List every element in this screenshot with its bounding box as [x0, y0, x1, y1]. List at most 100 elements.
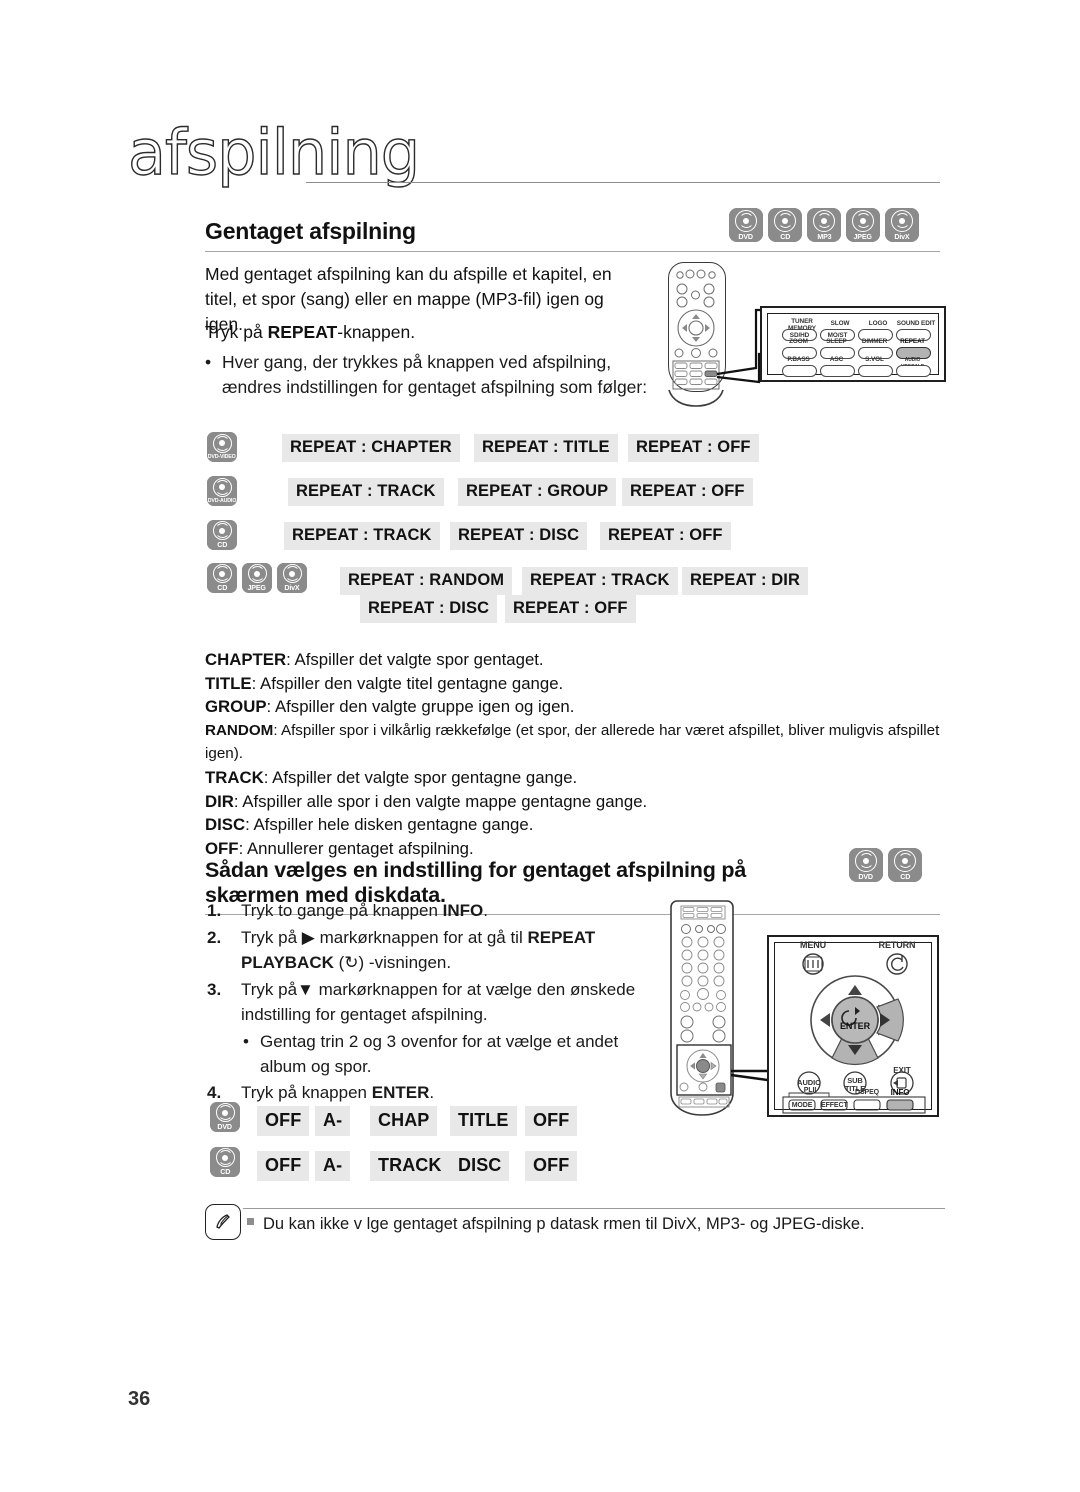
press-post: -knappen.: [337, 322, 416, 342]
repeat-chip-label: REPEAT : OFF: [622, 478, 753, 506]
step-text: (↻) -visningen.: [333, 953, 452, 972]
state-chip: OFF: [525, 1106, 578, 1136]
press-repeat-line: Tryk på REPEAT-knappen.: [205, 320, 645, 345]
disc-badge-cd: CD: [768, 208, 802, 242]
repeat-chip: REPEAT : CHAPTER: [282, 434, 460, 462]
callout-label-s-vol: S.VOL: [865, 356, 884, 363]
step-number: 2.: [207, 927, 222, 947]
remote-illustration-top: TUNERMEMORYSD/HDSLOWMO/STLOGOSOUND EDITZ…: [664, 258, 946, 408]
note-text-wrap: Du kan ikke v lge gentaget afspilning p …: [247, 1208, 945, 1236]
remote-callout-top: TUNERMEMORYSD/HDSLOWMO/STLOGOSOUND EDITZ…: [760, 306, 946, 382]
step-text: Tryk på: [241, 927, 302, 947]
sub-bullet-dot: •: [243, 1031, 249, 1051]
callout-label-p-bass: P.BASS: [787, 356, 810, 363]
definition-term: RANDOM: [205, 721, 274, 739]
callout-label-zoom: ZOOM: [789, 338, 808, 345]
disc-badge-label: JPEG: [853, 231, 873, 241]
callout-label-exit: EXIT: [893, 1066, 911, 1075]
step-text: .: [483, 901, 488, 920]
step-text: Tryk to gange på knappen: [241, 901, 443, 920]
disc-glyph-icon: [212, 564, 232, 583]
definition-text: : Afspiller den valgte titel gentagne ga…: [251, 673, 564, 693]
callout-button-audio-upscale[interactable]: [896, 365, 931, 377]
disc-badge-dvd: DVD: [849, 848, 883, 882]
state-chip-label: TITLE: [450, 1106, 517, 1136]
state-chip-label: OFF: [525, 1106, 578, 1136]
step-item: 3. Tryk på▼ markørknappen for at vælge de…: [205, 977, 660, 1028]
callout-label-dimmer: DIMMER: [861, 338, 888, 345]
repeat-chip: REPEAT : OFF: [628, 434, 759, 462]
repeat-row-discs: CD JPEG DivX: [207, 563, 307, 593]
step-item: 1. Tryk to gange på knappen INFO.: [205, 898, 660, 924]
disc-glyph-icon: [852, 209, 874, 232]
note-text: Du kan ikke v lge gentaget afspilning p …: [263, 1215, 865, 1233]
step-text: ▶: [301, 927, 315, 947]
callout-label-sound-edit: SOUND EDIT: [896, 320, 936, 327]
step-number: 1.: [207, 901, 222, 920]
repeat-key: REPEAT: [267, 322, 338, 342]
repeat-chip: REPEAT : OFF: [600, 522, 731, 550]
disc-badge-label: MP3: [816, 231, 832, 241]
step-item: 2. Tryk på ▶ markørknappen for at gå til …: [205, 925, 660, 976]
definition-row: CHAPTER: Afspiller det valgte spor genta…: [205, 648, 950, 672]
definition-row: DIR: Afspiller alle spor i den valgte ma…: [205, 790, 950, 814]
callout-label-effect: EFFECT: [821, 1102, 848, 1109]
callout-button-p-bass[interactable]: [782, 365, 817, 377]
disc-badge-label: DivX: [284, 583, 300, 592]
step-text: .: [429, 1082, 435, 1102]
callout-label-enter: ENTER: [839, 1021, 870, 1031]
definition-term: CHAPTER: [205, 650, 287, 669]
definition-term: DISC: [205, 815, 246, 835]
page-number: 36: [128, 1388, 151, 1410]
definition-list: CHAPTER: Afspiller det valgte spor genta…: [205, 648, 950, 860]
note-pen-icon: [205, 1204, 241, 1240]
disc-badge-cd: CD: [207, 563, 237, 593]
repeat-chip: REPEAT : RANDOM: [340, 567, 513, 595]
disc-badge-jpeg: JPEG: [846, 208, 880, 242]
state-row-disc: DVD: [210, 1102, 240, 1132]
disc-glyph-icon: [891, 209, 913, 232]
step-number: 3.: [207, 979, 222, 999]
disc-badge-cd: CD: [207, 520, 237, 550]
callout-label-return: RETURN: [878, 940, 916, 950]
repeat-chip-label: REPEAT : TRACK: [522, 567, 678, 595]
sub-bullet-text: Gentag trin 2 og 3 ovenfor for at vælge …: [260, 1031, 619, 1077]
step-text: markørknappen for at gå til: [314, 927, 528, 947]
step-item: 4. Tryk på knappen ENTER.: [205, 1080, 660, 1106]
callout-button-s-vol[interactable]: [858, 365, 893, 377]
callout-label-plii: PLII: [803, 1087, 817, 1094]
disc-badge-jpeg: JPEG: [242, 563, 272, 593]
state-chip: CHAP: [370, 1106, 438, 1136]
disc-badge-label: CD: [900, 871, 910, 881]
callout-label-logo: LOGO: [868, 320, 888, 327]
disc-badges-section2: DVD CD: [849, 848, 922, 882]
disc-glyph-icon: [212, 433, 232, 453]
state-chip-label: OFF: [525, 1151, 578, 1181]
note-block: Du kan ikke v lge gentaget afspilning p …: [205, 1204, 945, 1240]
disc-badge-label: CD: [220, 1167, 230, 1176]
callout-label-dspeq: DSPEQ: [854, 1089, 879, 1096]
state-chip: DISC: [450, 1151, 510, 1181]
callout-label-repeat: REPEAT: [900, 338, 925, 345]
callout-label-slow: SLOW: [830, 320, 850, 327]
repeat-chip-label: REPEAT : OFF: [505, 595, 636, 623]
state-chip-label: DISC: [450, 1151, 510, 1181]
disc-badge-dvd: DVD: [729, 208, 763, 242]
disc-badge-dvd-audio: DVD-AUDIO: [207, 476, 237, 506]
disc-glyph-icon: [894, 849, 916, 872]
repeat-chip-label: REPEAT : DIR: [682, 567, 808, 595]
definition-row: TRACK: Afspiller det valgte spor gentagn…: [205, 766, 950, 790]
repeat-chip: REPEAT : DISC: [360, 595, 498, 623]
disc-glyph-icon: [212, 521, 232, 540]
definition-row: TITLE: Afspiller den valgte titel gentag…: [205, 672, 950, 696]
disc-glyph-icon: [212, 477, 232, 497]
remote-illustration-bottom: MENU RETURN ENTER AUDIO SUB TITLE EXIT MODE EFFE…: [655, 895, 945, 1120]
repeat-chip: REPEAT : GROUP: [458, 478, 617, 506]
disc-glyph-icon: [247, 564, 267, 583]
disc-glyph-icon: [282, 564, 302, 583]
disc-badge-divx: DivX: [885, 208, 919, 242]
step-sub-bullet: • Gentag trin 2 og 3 ovenfor for at vælge…: [205, 1029, 660, 1080]
disc-glyph-icon: [774, 209, 796, 232]
callout-button-asc[interactable]: [820, 365, 855, 377]
bullet-dot: •: [205, 352, 212, 372]
